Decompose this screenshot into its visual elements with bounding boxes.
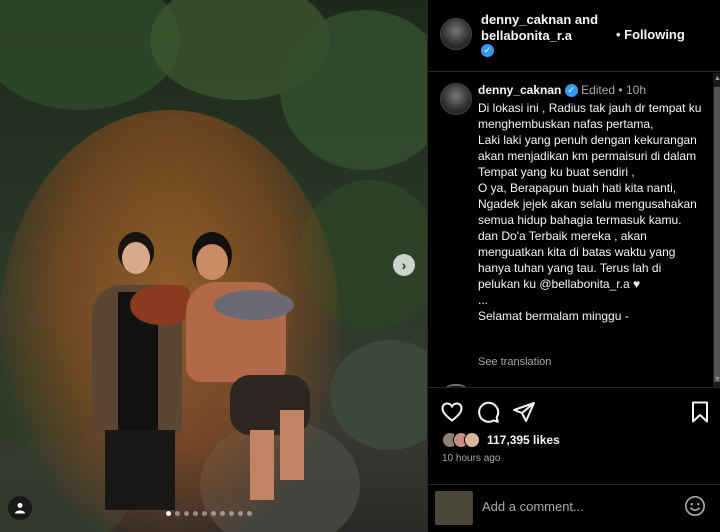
caption-line: Selamat bermalam minggu -: [478, 309, 629, 323]
user-icon: [15, 503, 25, 514]
carousel-dot: [229, 511, 234, 516]
caption-line: O ya, Berapapun buah hati kita nanti, Ng…: [478, 181, 697, 227]
avatar[interactable]: [440, 18, 472, 50]
carousel-indicator: [166, 511, 252, 516]
chevron-right-icon: ›: [401, 257, 407, 273]
share-icon[interactable]: [512, 400, 536, 424]
author-username[interactable]: denny_caknan and: [481, 12, 598, 28]
caption-line: dan Do'a Terbaik mereka , akan menguatka…: [478, 229, 676, 291]
carousel-dot: [184, 511, 189, 516]
carousel-dot: [166, 511, 171, 516]
carousel-dot: [175, 511, 180, 516]
carousel-dot: [202, 511, 207, 516]
action-bar: [428, 400, 720, 430]
current-user-avatar: [435, 491, 473, 525]
tagged-users-button[interactable]: [8, 496, 32, 520]
scroll-down-icon[interactable]: ▼: [714, 376, 720, 386]
bookmark-icon[interactable]: [688, 400, 712, 424]
caption-header: denny_caknan ✓ Edited • 10h: [478, 83, 646, 98]
add-comment-bar: Add a comment...: [428, 484, 720, 532]
edited-label: Edited •: [581, 83, 623, 97]
likes-row[interactable]: 117,395 likes: [442, 431, 560, 449]
caption-avatar[interactable]: [440, 83, 472, 115]
caption-line: ...: [478, 293, 489, 307]
see-translation-link[interactable]: See translation: [478, 356, 551, 368]
carousel-dot: [220, 511, 225, 516]
caption-text: Di lokasi ini , Radius tak jauh dr tempa…: [478, 100, 706, 324]
caption-age[interactable]: 10h: [626, 83, 646, 97]
scrollbar-thumb[interactable]: [714, 87, 720, 382]
post-timestamp[interactable]: 10 hours ago: [442, 453, 500, 464]
following-button[interactable]: • Following: [616, 27, 685, 42]
verified-badge-icon: ✓: [564, 84, 578, 98]
liker-avatar: [464, 432, 480, 448]
emoji-icon[interactable]: [684, 495, 706, 517]
post-authors[interactable]: denny_caknan and bellabonita_r.a: [481, 12, 598, 44]
caption-line: Laki laki yang penuh dengan kekurangan a…: [478, 133, 697, 179]
caption-username[interactable]: denny_caknan: [478, 83, 561, 97]
comment-icon[interactable]: [476, 400, 500, 424]
next-comment-avatar: [446, 384, 466, 387]
carousel-dot: [211, 511, 216, 516]
post-photo[interactable]: ›: [0, 0, 427, 532]
comments-section[interactable]: denny_caknan ✓ Edited • 10h Di lokasi in…: [428, 73, 720, 388]
scrollbar[interactable]: ▲ ▼: [713, 73, 720, 387]
post-side-panel: denny_caknan and bellabonita_r.a ✓ • Fol…: [427, 0, 720, 532]
comment-input[interactable]: Add a comment...: [482, 499, 584, 514]
scroll-up-icon[interactable]: ▲: [714, 75, 720, 85]
likes-count[interactable]: 117,395 likes: [487, 433, 560, 447]
carousel-dot: [238, 511, 243, 516]
caption-line: Di lokasi ini , Radius tak jauh dr tempa…: [478, 101, 702, 131]
collab-username[interactable]: bellabonita_r.a: [481, 28, 598, 44]
verified-badge-icon: ✓: [481, 44, 494, 57]
heart-icon[interactable]: [440, 400, 464, 424]
next-slide-button[interactable]: ›: [393, 254, 415, 276]
carousel-dot: [193, 511, 198, 516]
carousel-dot: [247, 511, 252, 516]
post-header: denny_caknan and bellabonita_r.a ✓ • Fol…: [428, 0, 720, 72]
